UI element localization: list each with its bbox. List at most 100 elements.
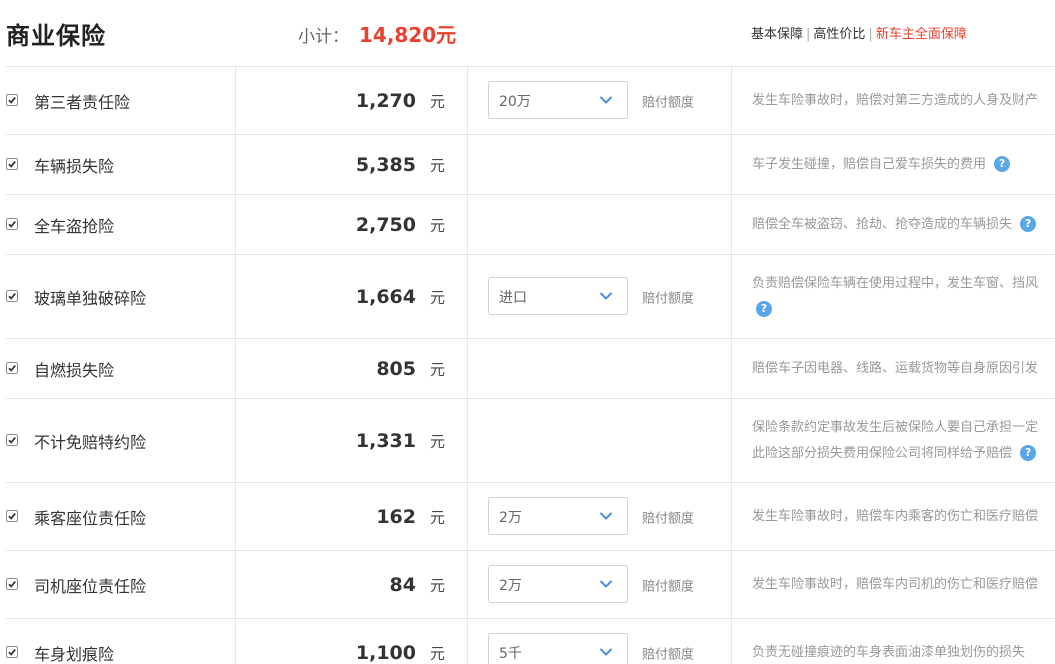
table-row: 不计免赔特约险 1,331 元 保险条款约定事故发生后被保险人要自己承担一定 此险这部分… [6,398,1055,482]
coverage-price: 2,750 [355,213,416,236]
table-row: 自燃损失险 805 元 赔偿车子因电器、线路、运载货物等自身原因引发 [6,338,1055,398]
coverage-description: 保险条款约定事故发生后被保险人要自己承担一定 [752,419,1039,435]
chevron-down-icon [599,95,613,104]
plan-new-owner[interactable]: 新车主全面保障 [876,27,967,42]
description-cell: 发生车险事故时，赔偿对第三方造成的人身及财产 [752,88,1055,114]
help-icon[interactable]: ? [994,156,1011,172]
check-icon [8,648,16,656]
coverage-price: 1,331 [355,429,416,452]
price-unit: 元 [430,508,446,526]
price-unit: 元 [430,92,446,110]
description-cell: 赔偿车子因电器、线路、运载货物等自身原因引发 [752,356,1055,382]
coverage-name: 乘客座位责任险 [34,508,147,528]
coverage-price: 1,100 [355,641,416,664]
table-row: 玻璃单独破碎险 1,664 元 进口 赔付额度 负责赔偿保险车辆在使用过程中，发生车窗、挡… [6,254,1055,338]
plan-options: 基本保障 | 高性价比 | 新车主全面保障 [751,27,967,42]
coverage-name: 车身划痕险 [34,644,115,664]
description-cell: 发生车险事故时，赔偿车内司机的伤亡和医疗赔偿 [752,572,1055,598]
row-checkbox[interactable] [6,577,18,590]
coverage-price: 162 [376,505,416,528]
coverage-description: 发生车险事故时，赔偿对第三方造成的人身及财产 [752,92,1039,108]
insurance-table: 第三者责任险 1,270 元 20万 赔付额度 发生车险事故时，赔偿对第三方造成的人身及财… [6,66,1055,664]
chevron-down-icon [599,647,613,656]
row-checkbox[interactable] [6,93,18,106]
limit-label: 赔付额度 [642,95,695,110]
price-unit: 元 [430,644,446,662]
description-cell: 赔偿全车被盗窃、抢劫、抢夺造成的车辆损失? [752,212,1055,238]
coverage-description: 赔偿车子因电器、线路、运载货物等自身原因引发 [752,360,1039,376]
help-icon[interactable]: ? [756,301,772,317]
check-icon [8,96,16,104]
row-checkbox[interactable] [6,433,18,446]
price-unit: 元 [430,216,446,234]
description-cell: 负责无碰撞痕迹的车身表面油漆单独划伤的损失 [752,640,1055,664]
plan-value[interactable]: 高性价比 [813,27,865,42]
limit-select[interactable]: 2万 [488,564,628,603]
help-icon[interactable]: ? [1020,445,1037,461]
header: 商业保险 小计： 14,820元 基本保障 | 高性价比 | 新车主全面保障 [0,0,1055,66]
chevron-down-icon [599,291,613,300]
coverage-description: 发生车险事故时，赔偿车内司机的伤亡和医疗赔偿 [752,576,1039,592]
coverage-price: 1,270 [355,89,416,112]
description-cell: 保险条款约定事故发生后被保险人要自己承担一定 此险这部分损失费用保险公司将同样给予… [752,415,1055,467]
description-cell: 发生车险事故时，赔偿车内乘客的伤亡和医疗赔偿 [752,504,1055,530]
row-checkbox[interactable] [6,361,18,374]
limit-select-value: 进口 [499,289,527,306]
table-row: 车辆损失险 5,385 元 车子发生碰撞，赔偿自己爱车损失的费用? [6,134,1055,194]
coverage-name: 自燃损失险 [34,360,115,380]
limit-label: 赔付额度 [642,579,695,594]
limit-select[interactable]: 2万 [488,496,628,535]
check-icon [8,436,16,444]
price-unit: 元 [430,432,446,450]
description-cell: 负责赔偿保险车辆在使用过程中，发生车窗、挡风? [752,271,1055,323]
limit-label: 赔付额度 [642,647,695,662]
table-row: 司机座位责任险 84 元 2万 赔付额度 发生车险事故时，赔偿车内司机的伤亡和医疗赔偿 [6,550,1055,618]
chevron-down-icon [599,511,613,520]
price-unit: 元 [430,576,446,594]
coverage-price: 84 [389,573,416,596]
price-unit: 元 [430,360,446,378]
check-icon [8,512,16,520]
coverage-price: 805 [376,357,416,380]
coverage-name: 司机座位责任险 [34,576,147,596]
coverage-price: 1,664 [355,285,416,308]
coverage-name: 玻璃单独破碎险 [34,288,147,308]
coverage-description: 负责赔偿保险车辆在使用过程中，发生车窗、挡风 [752,275,1039,291]
price-unit: 元 [430,156,446,174]
check-icon [8,580,16,588]
check-icon [8,292,16,300]
limit-label: 赔付额度 [642,511,695,526]
limit-label: 赔付额度 [642,291,695,306]
table-row: 全车盗抢险 2,750 元 赔偿全车被盗窃、抢劫、抢夺造成的车辆损失? [6,194,1055,254]
chevron-down-icon [599,579,613,588]
row-checkbox[interactable] [6,645,18,658]
insurance-page: 商业保险 小计： 14,820元 基本保障 | 高性价比 | 新车主全面保障 第三者责任… [0,0,1055,664]
subtotal-value: 14,820元 [359,23,457,47]
row-checkbox[interactable] [6,217,18,230]
limit-select-value: 2万 [499,509,522,526]
page-title: 商业保险 [6,22,106,50]
row-checkbox[interactable] [6,157,18,170]
coverage-name: 第三者责任险 [34,92,131,112]
coverage-description: 赔偿全车被盗窃、抢劫、抢夺造成的车辆损失 [752,216,1013,232]
description-cell: 车子发生碰撞，赔偿自己爱车损失的费用? [752,152,1055,178]
coverage-name: 不计免赔特约险 [34,432,147,452]
help-icon[interactable]: ? [1020,216,1037,232]
limit-select[interactable]: 20万 [488,80,628,119]
limit-select-value: 2万 [499,577,522,594]
table-row: 车身划痕险 1,100 元 5千 赔付额度 负责无碰撞痕迹的车身表面油漆单独划伤的损失 [6,618,1055,664]
coverage-name: 全车盗抢险 [34,216,115,236]
limit-select[interactable]: 5千 [488,632,628,664]
table-row: 第三者责任险 1,270 元 20万 赔付额度 发生车险事故时，赔偿对第三方造成的人身及财… [6,66,1055,134]
plan-basic[interactable]: 基本保障 [751,27,803,42]
table-row: 乘客座位责任险 162 元 2万 赔付额度 发生车险事故时，赔偿车内乘客的伤亡和医疗赔偿 [6,482,1055,550]
coverage-description: 发生车险事故时，赔偿车内乘客的伤亡和医疗赔偿 [752,508,1039,524]
coverage-description: 车子发生碰撞，赔偿自己爱车损失的费用 [752,156,987,172]
row-checkbox[interactable] [6,509,18,522]
check-icon [8,160,16,168]
limit-select-value: 5千 [499,645,522,662]
check-icon [8,220,16,228]
row-checkbox[interactable] [6,289,18,302]
limit-select[interactable]: 进口 [488,276,628,315]
check-icon [8,364,16,372]
